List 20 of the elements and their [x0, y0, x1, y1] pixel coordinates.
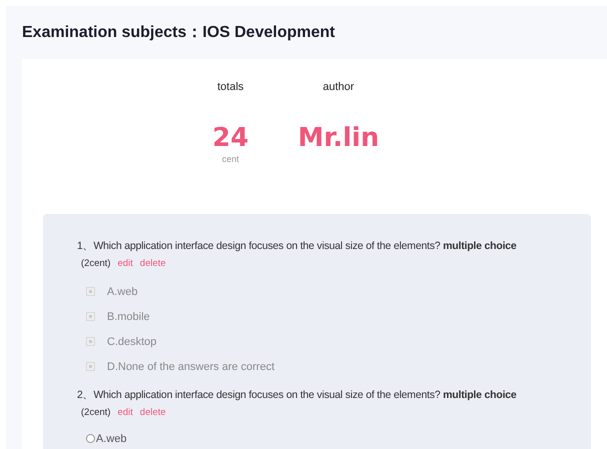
radio-button[interactable]	[86, 434, 95, 443]
option-label: B.mobile	[107, 310, 150, 324]
summary-label: author	[322, 80, 354, 95]
question-text: 1、Which application interface design focuses on the visual size of the elements? multiple choice	[77, 238, 518, 252]
edit-link[interactable]: edit	[118, 406, 133, 420]
delete-link[interactable]: delete	[140, 256, 166, 270]
summary-value: Mr.lin	[298, 123, 380, 153]
page-title: Examination subjects：IOS Development	[21, 23, 336, 43]
score-label: (2cent)	[81, 406, 111, 420]
score-label: (2cent)	[81, 256, 111, 270]
delete-link[interactable]: delete	[140, 406, 166, 420]
option-label: A.web	[107, 284, 138, 298]
edit-link[interactable]: edit	[118, 256, 133, 270]
unit-label: cent	[222, 153, 239, 166]
option-label: C.desktop	[107, 334, 157, 348]
question-text: 2、Which application interface design focuses on the visual size of the elements? multiple choice	[77, 388, 518, 402]
option-label: D.None of the answers are correct	[107, 360, 275, 374]
option-label: A.web	[96, 432, 127, 446]
summary-value: 24	[212, 123, 249, 153]
summary-label: totals	[217, 80, 244, 95]
